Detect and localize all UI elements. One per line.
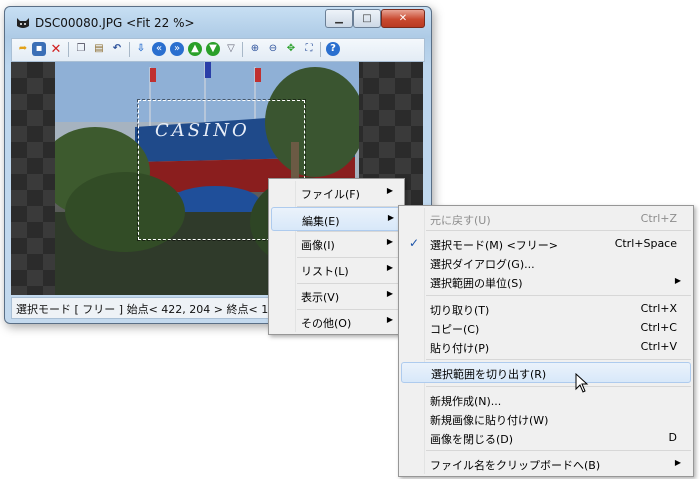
toolbar-separator [320, 42, 321, 57]
delete-icon[interactable]: ✕ [49, 42, 63, 56]
menu-item-label: 選択ダイアログ(G)... [430, 258, 535, 271]
menu-item-label: 編集(E) [302, 215, 340, 228]
menu-item-paste[interactable]: 貼り付け(P) Ctrl+V [401, 337, 689, 356]
help-icon[interactable]: ? [326, 42, 340, 56]
menu-separator [426, 386, 691, 387]
menu-item-shortcut: Ctrl+X [640, 302, 677, 315]
menu-separator [426, 359, 691, 360]
maximize-button[interactable]: □ [353, 9, 381, 28]
menu-item-shortcut: Ctrl+V [640, 340, 677, 353]
menu-item-label: ファイル名をクリップボードへ(B) [430, 459, 601, 472]
zoom-out-icon[interactable]: ⊖ [266, 42, 280, 56]
menu-item-image[interactable]: 画像(I) ▶ [271, 232, 400, 256]
menu-item-label: ファイル(F) [301, 188, 360, 201]
title-bar[interactable]: DSC00080.JPG <Fit 22 %> ▁ □ ✕ [5, 7, 431, 37]
first-icon[interactable]: « [152, 42, 166, 56]
menu-item-label: 画像(I) [301, 239, 335, 252]
menu-item-label: 選択範囲の単位(S) [430, 277, 523, 290]
submenu-arrow-icon: ▶ [386, 237, 393, 246]
context-menu: ファイル(F) ▶ 編集(E) ▶ 画像(I) ▶ リスト(L) ▶ 表示(V)… [268, 178, 405, 335]
maximize-icon: □ [362, 13, 372, 24]
menu-item-label: 画像を閉じる(D) [430, 433, 514, 446]
menu-item-filename-to-clipboard[interactable]: ファイル名をクリップボードへ(B) ▶ [401, 454, 689, 473]
submenu-arrow-icon: ▶ [387, 213, 394, 222]
save-icon[interactable]: ▪ [32, 42, 46, 56]
close-icon: ✕ [398, 13, 408, 24]
slideshow-icon[interactable]: ▽ [224, 42, 238, 56]
menu-item-close-image[interactable]: 画像を閉じる(D) D [401, 428, 689, 447]
menu-item-paste-new-image[interactable]: 新規画像に貼り付け(W) [401, 409, 689, 428]
submenu-arrow-icon: ▶ [674, 276, 681, 285]
menu-item-other[interactable]: その他(O) ▶ [271, 310, 400, 334]
menu-item-file[interactable]: ファイル(F) ▶ [271, 181, 400, 205]
menu-item-label: その他(O) [301, 317, 352, 330]
menu-item-label: 切り取り(T) [430, 304, 490, 317]
menu-item-shortcut: D [668, 431, 677, 444]
submenu-arrow-icon: ▶ [386, 263, 393, 272]
menu-separator [426, 295, 691, 296]
edit-submenu: 元に戻す(U) Ctrl+Z ✓ 選択モード(M) <フリー> Ctrl+Spa… [398, 205, 694, 477]
menu-item-label: コピー(C) [430, 323, 480, 336]
cat-app-icon [17, 18, 29, 28]
checkmark-icon: ✓ [409, 236, 420, 250]
next-icon[interactable]: ▼ [206, 42, 220, 56]
menu-item-label: 選択モード(M) <フリー> [430, 239, 559, 252]
window-title: DSC00080.JPG <Fit 22 %> [35, 16, 195, 30]
menu-item-list[interactable]: リスト(L) ▶ [271, 258, 400, 282]
menu-item-edit[interactable]: 編集(E) ▶ [271, 207, 402, 231]
copy-icon[interactable]: ❐ [74, 42, 88, 56]
menu-item-cut[interactable]: 切り取り(T) Ctrl+X [401, 299, 689, 318]
menu-item-label: 新規画像に貼り付け(W) [430, 414, 549, 427]
zoom-in-icon[interactable]: ⊕ [248, 42, 262, 56]
prev-icon[interactable]: ▲ [188, 42, 202, 56]
toolbar-separator [68, 42, 69, 57]
fit-icon[interactable]: ✥ [284, 42, 298, 56]
toolbar-separator [129, 42, 130, 57]
submenu-arrow-icon: ▶ [674, 458, 681, 467]
menu-item-new[interactable]: 新規作成(N)... [401, 390, 689, 409]
menu-item-shortcut: Ctrl+C [640, 321, 677, 334]
menu-item-selection-dialog[interactable]: 選択ダイアログ(G)... [401, 253, 689, 272]
minimize-icon: ▁ [335, 13, 343, 24]
submenu-arrow-icon: ▶ [386, 315, 393, 324]
menu-item-label: リスト(L) [301, 265, 349, 278]
menu-separator [426, 450, 691, 451]
menu-item-label: 貼り付け(P) [430, 342, 490, 355]
mouse-cursor-icon [575, 373, 589, 393]
menu-item-shortcut: Ctrl+Space [614, 237, 677, 250]
menu-item-label: 選択範囲を切り出す(R) [431, 368, 547, 381]
paste-icon[interactable]: ▤ [92, 42, 106, 56]
undo-icon[interactable]: ↶ [110, 42, 124, 56]
menu-item-label: 表示(V) [301, 291, 340, 304]
menu-item-undo[interactable]: 元に戻す(U) Ctrl+Z [401, 209, 689, 228]
minimize-button[interactable]: ▁ [325, 9, 353, 28]
close-button[interactable]: ✕ [381, 9, 425, 28]
menu-item-label: 新規作成(N)... [430, 395, 502, 408]
menu-item-shortcut: Ctrl+Z [640, 212, 677, 225]
menu-item-crop-selection[interactable]: 選択範囲を切り出す(R) [401, 362, 691, 383]
menu-separator [426, 230, 691, 231]
toolbar-separator [242, 42, 243, 57]
menu-item-copy[interactable]: コピー(C) Ctrl+C [401, 318, 689, 337]
menu-item-selection-mode[interactable]: ✓ 選択モード(M) <フリー> Ctrl+Space [401, 234, 689, 253]
fullscreen-icon[interactable]: ⛶ [302, 42, 316, 56]
submenu-arrow-icon: ▶ [386, 289, 393, 298]
menu-item-label: 元に戻す(U) [430, 214, 491, 227]
menu-item-view[interactable]: 表示(V) ▶ [271, 284, 400, 308]
toolbar: ➦ ▪ ✕ ❐ ▤ ↶ ⇩ « » ▲ ▼ ▽ ⊕ ⊖ ✥ ⛶ ? [11, 38, 425, 62]
info-icon[interactable]: ⇩ [134, 42, 148, 56]
open-icon[interactable]: ➦ [16, 42, 30, 56]
menu-item-selection-unit[interactable]: 選択範囲の単位(S) ▶ [401, 272, 689, 291]
submenu-arrow-icon: ▶ [386, 186, 393, 195]
last-icon[interactable]: » [170, 42, 184, 56]
